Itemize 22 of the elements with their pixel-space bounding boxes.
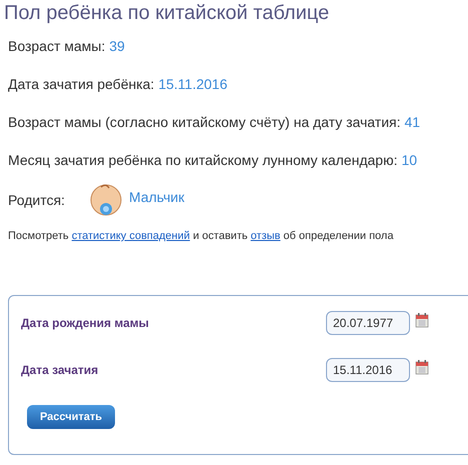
calculate-button[interactable]: Рассчитать: [27, 404, 115, 429]
outcome-value: Мальчик: [129, 188, 184, 206]
result-value: 39: [109, 37, 125, 56]
page-title: Пол ребёнка по китайской таблице: [3, 1, 330, 25]
result-label: Месяц зачатия ребёнка по китайскому лунному календарю:: [8, 151, 398, 170]
calendar-icon[interactable]: [415, 359, 429, 375]
date-field[interactable]: 15.11.2016: [326, 358, 410, 382]
baby-icon: [89, 182, 123, 218]
result-value: 41: [404, 113, 420, 132]
result-label: Возраст мамы:: [8, 37, 106, 56]
result-value: 10: [401, 151, 418, 170]
result-label: Возраст мамы (согласно китайскому счёту) на дату зачатия:: [8, 113, 400, 132]
note-link[interactable]: отзыв: [250, 230, 280, 242]
date-field[interactable]: 20.07.1977: [326, 311, 410, 335]
note-link[interactable]: статистику совпадений: [72, 230, 190, 242]
note-text: Посмотреть статистику совпадений и оставить отзыв об определении пола: [7, 229, 394, 244]
result-value: 15.11.2016: [158, 75, 228, 94]
result-label: Дата зачатия ребёнка:: [8, 75, 154, 94]
calendar-icon[interactable]: [415, 312, 429, 328]
field-label: Дата зачатия: [21, 362, 100, 379]
field-label: Дата рождения мамы: [21, 315, 150, 332]
outcome-label: Родится:: [8, 190, 66, 210]
